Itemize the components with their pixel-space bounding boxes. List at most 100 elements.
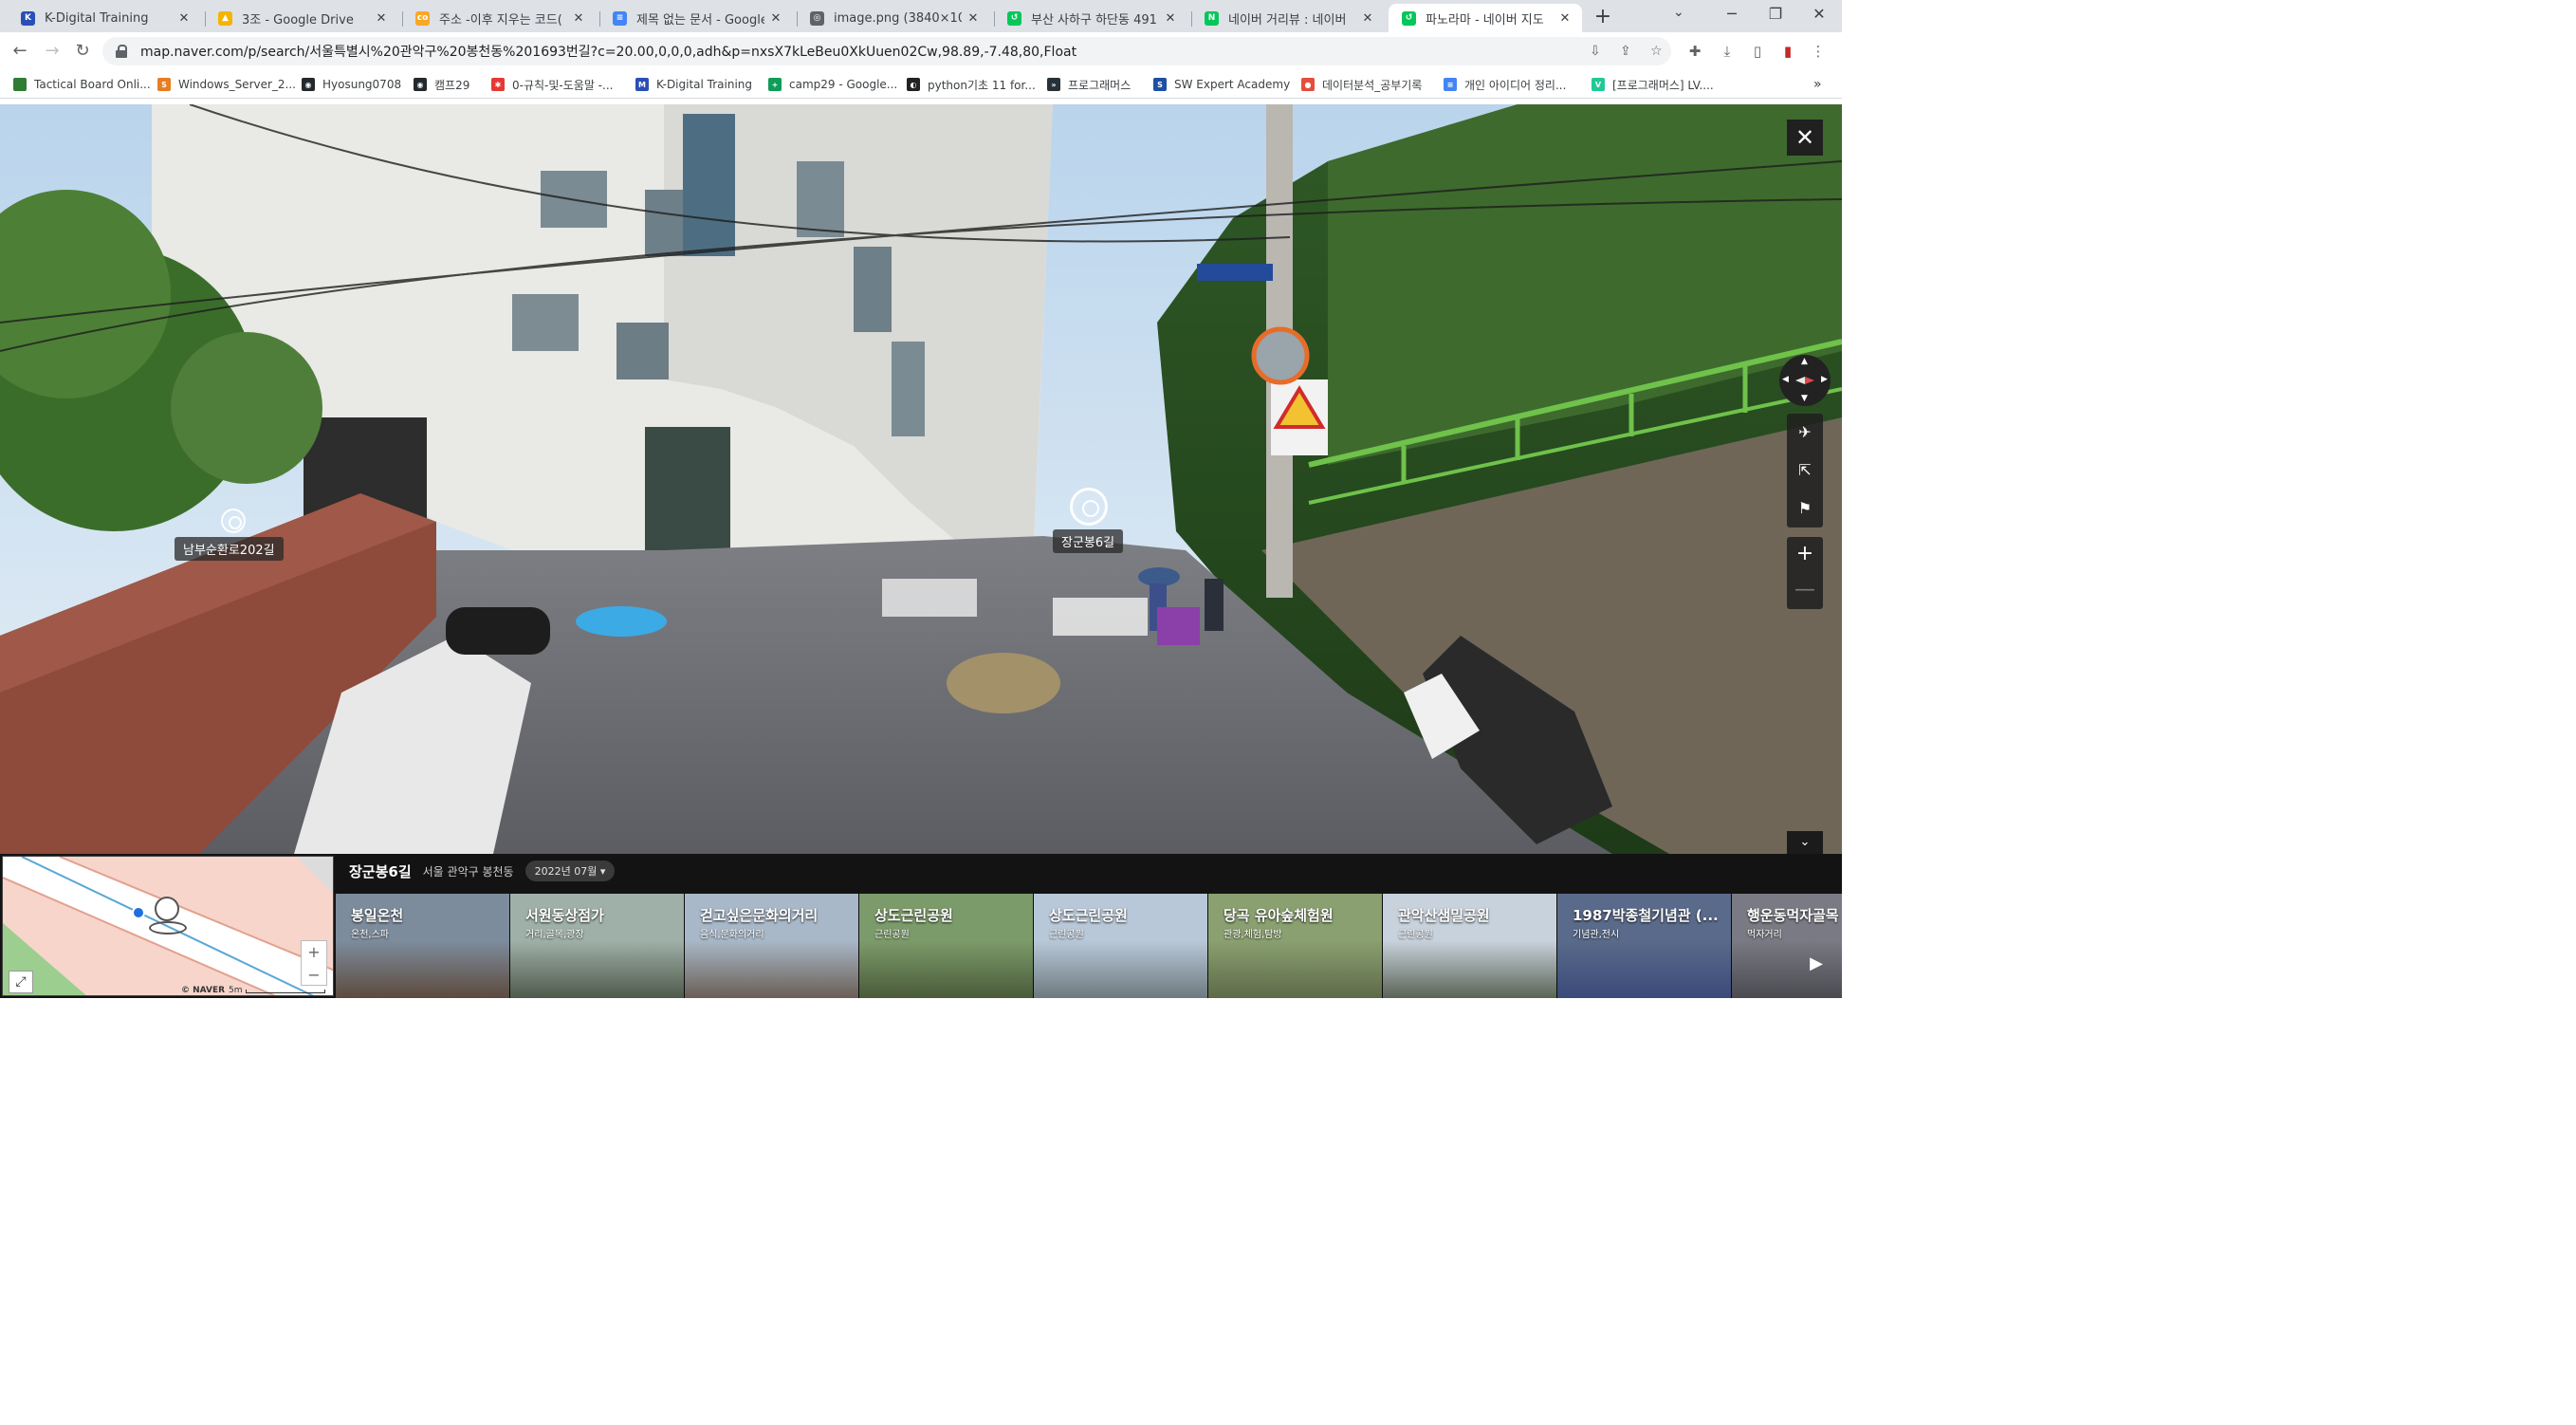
minimize-button[interactable]: ─ <box>1712 2 1752 28</box>
share-link-icon[interactable]: ⇱ <box>1787 452 1823 490</box>
bookmark-item[interactable]: S SW Expert Academy <box>1153 76 1290 93</box>
tab-close-icon[interactable]: ✕ <box>966 11 981 26</box>
tab[interactable]: K K-Digital Training ✕ <box>8 4 201 32</box>
place-thumbnail[interactable]: 당곡 유아숲체험원 관광,체험,탐방 <box>1208 894 1383 998</box>
tab[interactable]: ↺ 파노라마 - 네이버 지도 ✕ <box>1389 4 1582 32</box>
minimap[interactable]: + − ⤢ © NAVER 5m <box>2 856 334 996</box>
install-app-icon[interactable]: ⇩ <box>1590 44 1601 59</box>
expand-map-icon[interactable]: ⤢ <box>9 971 33 993</box>
side-panel-icon[interactable]: ▯ <box>1747 41 1768 62</box>
street-scene <box>0 104 1842 854</box>
tab[interactable]: ▲ 3조 - Google Drive ✕ <box>205 4 398 32</box>
bookmark-item[interactable]: ◉ Hyosung0708 <box>302 76 401 93</box>
street-view-panorama[interactable]: 남부순환로202길 장군봉6길 ✕ ▲ ▼ ◀ ▶ ✈ ⇱ ⚑ + — ⌄ <box>0 104 1842 854</box>
bookmark-item[interactable]: ≡ 개인 아이디어 정리... <box>1444 76 1566 93</box>
close-panorama-button[interactable]: ✕ <box>1787 120 1823 156</box>
compass-down-icon[interactable]: ▼ <box>1801 394 1808 403</box>
tab-favicon-icon: ↺ <box>1402 10 1416 26</box>
bookmark-item[interactable]: ◉ 캠프29 <box>414 76 469 93</box>
bottom-panel: + − ⤢ © NAVER 5m 장군봉6길 서울 관악구 봉천동 2022년 0… <box>0 854 1842 998</box>
tab[interactable]: co 주소 -이후 지우는 코드(✕ <box>402 4 596 32</box>
tab-close-icon[interactable]: ✕ <box>1557 11 1573 26</box>
zoom-in-button[interactable]: + <box>1787 537 1823 573</box>
restore-button[interactable]: ❐ <box>1756 2 1795 28</box>
tab-title: 주소 -이후 지우는 코드( <box>439 12 562 28</box>
place-thumbnail[interactable]: 걷고싶은문화의거리 음식,문화의거리 <box>685 894 859 998</box>
bookmark-favicon-icon: ◉ <box>414 78 427 91</box>
tab-close-icon[interactable]: ✕ <box>768 11 783 26</box>
compass-right-icon[interactable]: ▶ <box>1821 375 1828 384</box>
tab-close-icon[interactable]: ✕ <box>1360 11 1375 26</box>
bookmark-item[interactable]: ✱ 0-규칙-및-도움말 -... <box>491 76 613 93</box>
tab-close-icon[interactable]: ✕ <box>571 11 586 26</box>
share-icon[interactable]: ⇪ <box>1620 44 1631 59</box>
url-text[interactable]: map.naver.com/p/search/서울특별시%20관악구%20봉천동… <box>140 42 1076 61</box>
bookmark-item[interactable]: V [프로그래머스] LV.... <box>1592 76 1714 93</box>
tab-close-icon[interactable]: ✕ <box>374 11 389 26</box>
new-tab-button[interactable]: + <box>1590 6 1616 30</box>
scale-bar <box>246 990 325 993</box>
road-label-center[interactable]: 장군봉6길 <box>1053 529 1124 553</box>
collapse-strip-button[interactable]: ⌄ <box>1787 831 1823 854</box>
bookmark-star-icon[interactable]: ☆ <box>1650 44 1663 59</box>
browser-toolbar: ← → ↻ map.naver.com/p/search/서울특별시%20관악구… <box>0 32 1842 70</box>
bookmarks-bar: Tactical Board Onli... S Windows_Server_2.… <box>0 70 1842 99</box>
bookmark-label: K-Digital Training <box>656 78 753 91</box>
window-close-button[interactable]: ✕ <box>1799 2 1839 28</box>
tab-favicon-icon: N <box>1205 10 1219 26</box>
bookmark-item[interactable]: S Windows_Server_2... <box>157 76 296 93</box>
road-nav-marker-center[interactable] <box>1070 488 1108 526</box>
tab-strip: K K-Digital Training ✕ ▲ 3조 - Google Drive ✕ c… <box>0 0 1842 32</box>
road-nav-marker-left[interactable] <box>221 509 246 533</box>
tab[interactable]: N 네이버 거리뷰 : 네이버 ✕ <box>1191 4 1385 32</box>
report-icon[interactable]: ⚑ <box>1787 490 1823 527</box>
thumbnail-category: 관광,체험,탐방 <box>1224 930 1282 940</box>
tab-search-icon[interactable]: ⌄ <box>1673 5 1684 20</box>
bookmark-item[interactable]: ◐ python기초 11 for... <box>907 76 1036 93</box>
zoom-controls: + — <box>1787 537 1823 609</box>
compass-icon[interactable]: ▲ ▼ ◀ ▶ <box>1779 355 1831 406</box>
pegman-icon[interactable] <box>155 897 179 921</box>
browser-window: K K-Digital Training ✕ ▲ 3조 - Google Drive ✕ c… <box>0 0 1842 998</box>
bookmark-item[interactable]: » 프로그래머스 <box>1047 76 1131 93</box>
place-thumbnail[interactable]: 관악산샘밀공원 근린공원 <box>1383 894 1557 998</box>
tab[interactable]: ≡ 제목 없는 문서 - Google ✕ <box>599 4 793 32</box>
menu-icon[interactable]: ⋮ <box>1808 41 1829 62</box>
bookmark-item[interactable]: Tactical Board Onli... <box>13 76 151 93</box>
compass-up-icon[interactable]: ▲ <box>1801 357 1808 366</box>
thumbnail-category: 근린공원 <box>1049 930 1084 940</box>
date-dropdown[interactable]: 2022년 07월 ▾ <box>524 861 616 881</box>
place-thumbnail[interactable]: 서원동상점가 거리,골목,광장 <box>510 894 685 998</box>
more-bookmarks-icon[interactable]: » <box>1813 76 1822 93</box>
airplane-view-icon[interactable]: ✈ <box>1787 414 1823 452</box>
forward-icon[interactable]: → <box>40 39 64 64</box>
reload-icon[interactable]: ↻ <box>70 39 95 64</box>
road-label-left[interactable]: 남부순환로202길 <box>175 537 284 561</box>
download-icon[interactable]: ⤓ <box>1717 41 1738 62</box>
bookmark-item[interactable]: ● 데이터분석_공부기록 <box>1301 76 1422 93</box>
next-thumbnails-icon[interactable]: ▶ <box>1802 935 1831 992</box>
back-icon[interactable]: ← <box>8 39 32 64</box>
bookmark-item[interactable]: M K-Digital Training <box>635 76 752 93</box>
address-bar[interactable]: map.naver.com/p/search/서울특별시%20관악구%20봉천동… <box>102 37 1671 65</box>
bookmark-item[interactable]: + camp29 - Google... <box>768 76 897 93</box>
tab-close-icon[interactable]: ✕ <box>1163 11 1178 26</box>
bookmark-label: 0-규칙-및-도움말 -... <box>512 78 614 92</box>
place-thumbnail[interactable]: 1987박종철기념관 (... 기념관,전시 <box>1557 894 1732 998</box>
compass-left-icon[interactable]: ◀ <box>1782 375 1789 384</box>
tab[interactable]: ◎ image.png (3840×1080) ✕ <box>797 4 990 32</box>
tab-title: K-Digital Training <box>45 10 149 26</box>
tab-close-icon[interactable]: ✕ <box>176 11 192 26</box>
zoom-out-button[interactable]: — <box>1787 573 1823 609</box>
place-thumbnail[interactable]: 봉일온천 온천,스파 <box>336 894 510 998</box>
tab-title: 제목 없는 문서 - Google <box>636 12 764 28</box>
thumbnail-title: 1987박종철기념관 (... <box>1573 907 1719 924</box>
place-thumbnail[interactable]: 상도근린공원 근린공원 <box>859 894 1034 998</box>
thumbnail-category: 기념관,전시 <box>1573 930 1620 940</box>
tab[interactable]: ↺ 부산 사하구 하단동 491 ✕ <box>994 4 1187 32</box>
place-thumbnail[interactable]: 상도근린공원 근린공원 <box>1034 894 1208 998</box>
tab-favicon-icon: K <box>21 10 35 26</box>
extensions-icon[interactable]: ✚ <box>1684 41 1705 62</box>
minimap-zoom-controls[interactable]: + − <box>301 940 327 986</box>
extension-pin-icon[interactable]: ▮ <box>1777 41 1798 62</box>
